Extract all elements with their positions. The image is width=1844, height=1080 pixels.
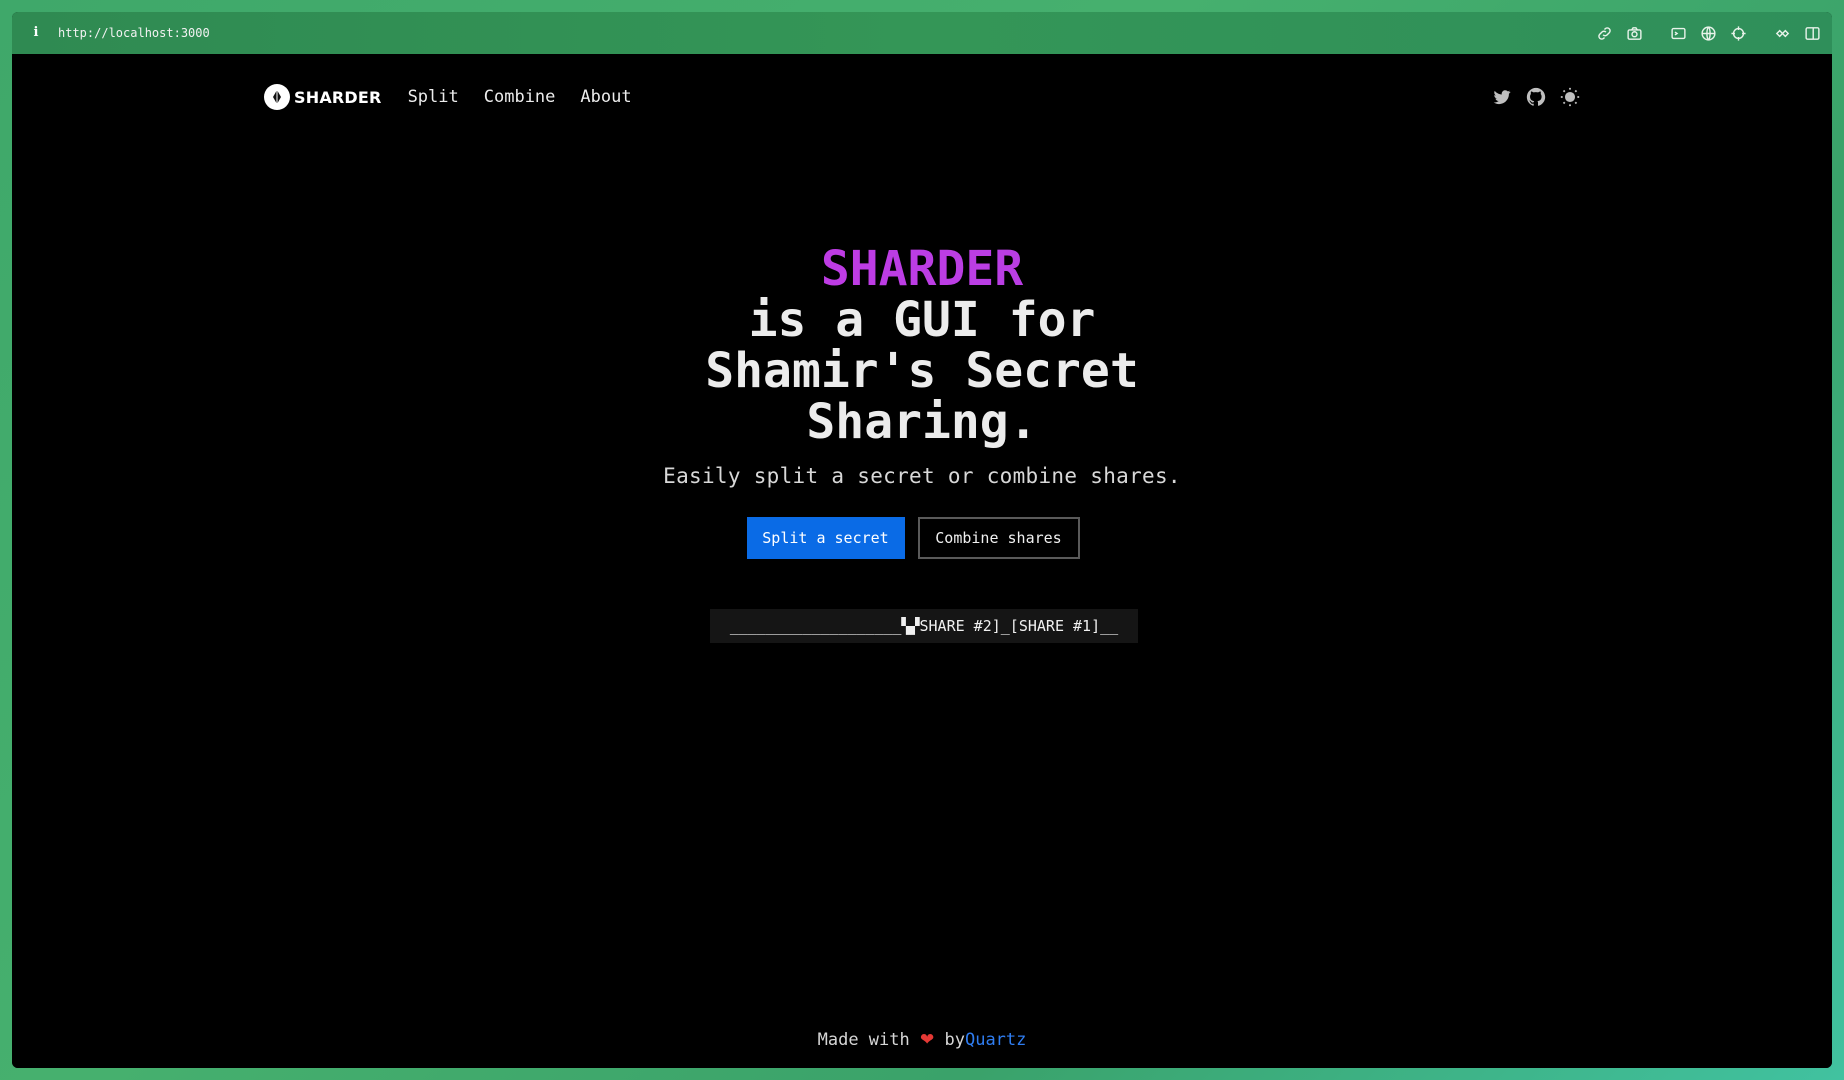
nav-link-split[interactable]: Split [408,87,459,107]
logo-text: SHARDER [294,87,382,107]
browser-toolbar [1594,12,1832,54]
hero-line-3: Shamir's Secret [705,343,1139,399]
nav-link-combine[interactable]: Combine [484,87,556,107]
footer: Made with ❤ byQuartz [12,1030,1832,1050]
camera-icon[interactable] [1624,23,1644,43]
hero-line-2: is a GUI for [748,292,1096,348]
ticker-glitch: ▚▞ [901,617,920,635]
split-secret-button[interactable]: Split a secret [746,517,905,559]
hero: SHARDER is a GUI for Shamir's Secret Sha… [12,244,1832,489]
ticker-left: ___________________ [729,617,902,635]
footer-by: by [944,1030,965,1050]
sidebar-icon[interactable] [1802,23,1822,43]
shard-logo-icon [264,84,290,110]
hero-subtitle: Easily split a secret or combine shares. [663,464,1181,488]
footer-prefix: Made with [817,1030,910,1050]
heart-icon: ❤ [919,1030,935,1050]
browser-window: i http://localhost:3000 SHARDER Split Co… [12,12,1832,1068]
twitter-icon[interactable] [1490,85,1514,109]
crosshair-icon[interactable] [1728,23,1748,43]
extensions-icon[interactable] [1772,23,1792,43]
github-icon[interactable] [1524,85,1548,109]
hero-brand: SHARDER [12,244,1832,295]
logo[interactable]: SHARDER [264,84,382,110]
terminal-icon[interactable] [1668,23,1688,43]
nav-link-about[interactable]: About [580,87,631,107]
author-link[interactable]: Quartz [965,1030,1026,1050]
ticker-right: SHARE #2]_[SHARE #1]__ [919,617,1119,635]
theme-toggle-icon[interactable] [1558,85,1582,109]
combine-shares-button[interactable]: Combine shares [917,517,1080,559]
link-icon[interactable] [1594,23,1614,43]
hero-heading: SHARDER is a GUI for Shamir's Secret Sha… [12,244,1832,448]
nav-actions [1480,82,1582,112]
share-ticker: ___________________ ▚▞ SHARE #2]_[SHARE #1… [710,609,1138,643]
info-icon[interactable]: i [28,25,44,41]
top-nav: SHARDER Split Combine About [264,82,632,112]
hero-line-4: Sharing. [806,394,1038,450]
globe-icon[interactable] [1698,23,1718,43]
url-field[interactable]: http://localhost:3000 [58,26,210,40]
address-bar: i http://localhost:3000 [12,12,1832,54]
page-content: SHARDER Split Combine About SHARDER is a… [12,54,1832,1068]
hero-actions: Split a secret Combine shares [12,517,1832,559]
